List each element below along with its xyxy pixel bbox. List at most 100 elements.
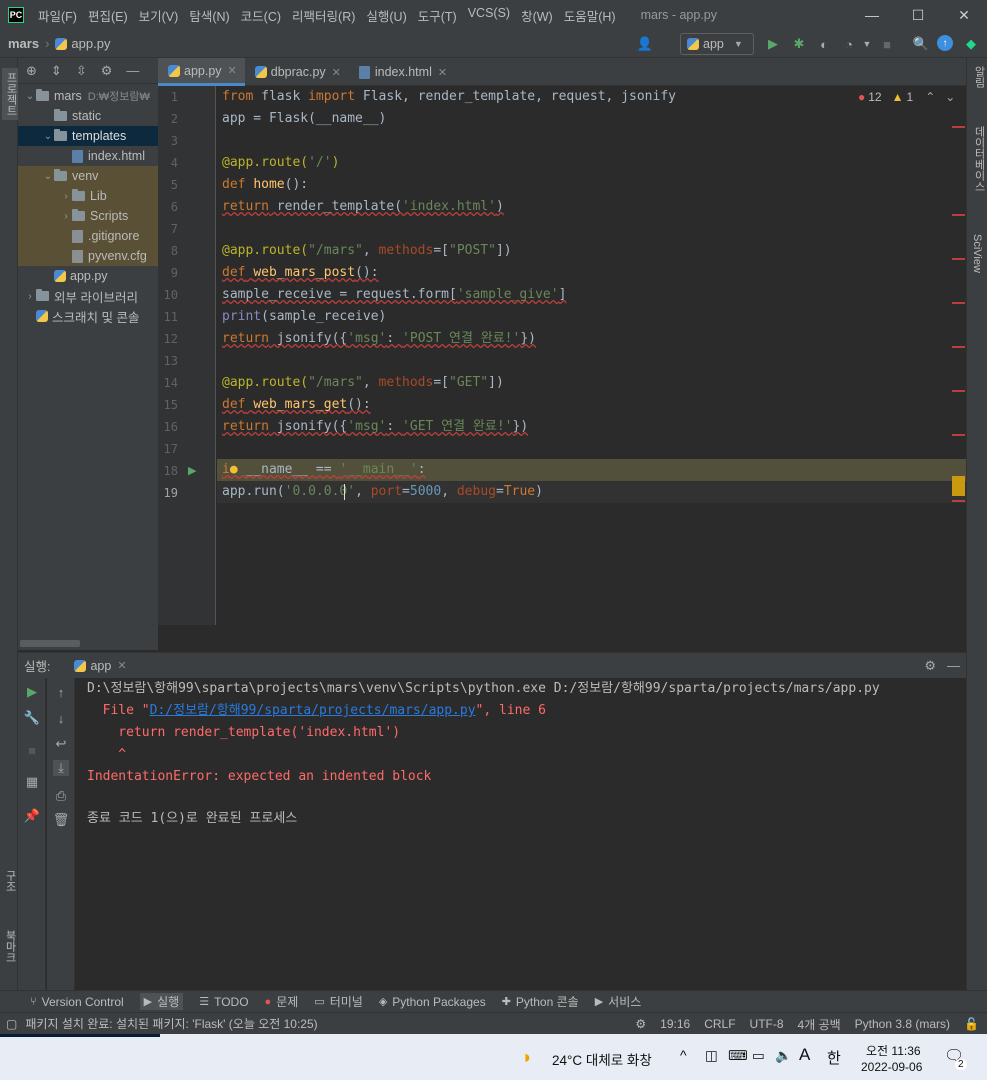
code-editor[interactable]: from flask import Flask, render_template… bbox=[217, 86, 966, 625]
menu-item-6[interactable]: 실행(U) bbox=[366, 6, 406, 25]
close-tab-icon[interactable]: ✕ bbox=[117, 659, 126, 672]
weather-text[interactable]: 24°C 대체로 화창 bbox=[552, 1049, 652, 1069]
tree-item[interactable]: › 외부 라이브러리 bbox=[18, 286, 158, 306]
menu-item-5[interactable]: 리팩터링(R) bbox=[292, 6, 355, 25]
next-highlight-icon[interactable]: ⌄ bbox=[945, 90, 955, 104]
run-config-select[interactable]: app ▼ bbox=[680, 33, 754, 55]
error-stripe-mark[interactable] bbox=[952, 126, 965, 128]
menu-item-8[interactable]: VCS(S) bbox=[468, 6, 510, 25]
tab-terminal[interactable]: ▭ 터미널 bbox=[314, 993, 363, 1010]
hide-icon[interactable]: — bbox=[126, 63, 139, 78]
chevron-up-icon[interactable]: ^ bbox=[680, 1047, 687, 1063]
file-encoding[interactable]: UTF-8 bbox=[750, 1017, 784, 1031]
tab-services[interactable]: ▶ 서비스 bbox=[595, 993, 642, 1010]
collapse-all-icon[interactable]: ⇳ bbox=[76, 63, 87, 79]
menu-item-2[interactable]: 보기(V) bbox=[139, 6, 179, 25]
chevron-icon[interactable]: ⌄ bbox=[42, 131, 54, 142]
python-interpreter[interactable]: Python 3.8 (mars) bbox=[855, 1017, 950, 1031]
network-icon[interactable]: ▭ bbox=[752, 1048, 765, 1064]
search-icon[interactable]: 🔍 bbox=[912, 35, 930, 53]
debug-icon[interactable]: ✱ bbox=[790, 35, 808, 53]
tab-todo[interactable]: ☰ TODO bbox=[199, 995, 248, 1009]
chevron-icon[interactable]: ⌄ bbox=[42, 171, 54, 182]
trash-icon[interactable]: 🗑 bbox=[53, 812, 70, 828]
indent-setting[interactable]: 4개 공백 bbox=[798, 1016, 841, 1033]
wrench-icon[interactable]: 🔧 bbox=[24, 710, 40, 726]
tree-item[interactable]: index.html bbox=[18, 146, 158, 166]
error-stripe-mark[interactable] bbox=[952, 390, 965, 392]
soft-wrap-icon[interactable]: ↩ bbox=[53, 736, 69, 752]
menu-item-3[interactable]: 탐색(N) bbox=[189, 6, 229, 25]
rerun-icon[interactable]: ▶ bbox=[24, 684, 40, 700]
locate-icon[interactable]: ⊕ bbox=[26, 63, 37, 79]
weather-icon[interactable]: ◑ bbox=[520, 1047, 531, 1068]
pin-icon[interactable]: 📌 bbox=[24, 808, 40, 824]
database-tool-button[interactable]: 데이터베이스 bbox=[971, 126, 987, 192]
close-button[interactable]: ✕ bbox=[941, 0, 987, 30]
caret-stripe-mark[interactable] bbox=[952, 476, 965, 496]
tree-item[interactable]: static bbox=[18, 106, 158, 126]
arrow-up-icon[interactable]: ↑ bbox=[53, 684, 69, 700]
error-stripe-mark[interactable] bbox=[952, 434, 965, 436]
hide-icon[interactable]: — bbox=[947, 658, 960, 673]
run-gutter-icon[interactable]: ▶ bbox=[188, 464, 196, 477]
meet-icon[interactable]: ◫ bbox=[705, 1048, 718, 1064]
tab-index-html[interactable]: index.html ✕ bbox=[349, 58, 455, 86]
status-message[interactable]: 패키지 설치 완료: 설치된 패키지: 'Flask' (오늘 오전 10:25… bbox=[25, 1015, 317, 1032]
menu-item-1[interactable]: 편집(E) bbox=[88, 6, 128, 25]
error-stripe-mark[interactable] bbox=[952, 346, 965, 348]
close-tab-icon[interactable]: ✕ bbox=[228, 64, 237, 77]
error-stripe-mark[interactable] bbox=[952, 214, 965, 216]
expand-all-icon[interactable]: ⇕ bbox=[51, 63, 62, 79]
prev-highlight-icon[interactable]: ⌃ bbox=[925, 90, 935, 104]
coverage-icon[interactable]: ◐ bbox=[815, 35, 833, 53]
tab-dbprac-py[interactable]: dbprac.py ✕ bbox=[245, 58, 349, 86]
tree-item[interactable]: 스크래치 및 콘솔 bbox=[18, 306, 158, 326]
tab-version-control[interactable]: ⑂ Version Control bbox=[30, 995, 124, 1009]
tree-item[interactable]: app.py bbox=[18, 266, 158, 286]
chevron-icon[interactable]: › bbox=[60, 191, 72, 202]
menu-item-9[interactable]: 창(W) bbox=[521, 6, 553, 25]
status-toggle-icon[interactable]: ▢ bbox=[6, 1017, 17, 1031]
tab-app-py[interactable]: app.py ✕ bbox=[158, 58, 245, 86]
jetbrains-icon[interactable]: ◆ bbox=[962, 35, 980, 53]
notifications-tool-button[interactable]: 알림 bbox=[971, 66, 987, 88]
run-console[interactable]: D:\정보람\항해99\sparta\projects\mars\venv\Sc… bbox=[76, 678, 966, 990]
more-run-icon[interactable]: ▼ bbox=[858, 35, 876, 53]
close-tab-icon[interactable]: ✕ bbox=[438, 66, 447, 79]
tree-item[interactable]: › Scripts bbox=[18, 206, 158, 226]
layout-icon[interactable]: ▦ bbox=[24, 774, 40, 790]
bookmarks-tool-button[interactable]: 북마크 bbox=[2, 930, 18, 963]
stop-icon[interactable]: ■ bbox=[24, 742, 40, 758]
tree-item[interactable]: pyvenv.cfg bbox=[18, 246, 158, 266]
lock-icon[interactable]: 🔓 bbox=[964, 1017, 979, 1031]
traceback-file-link[interactable]: D:/정보람/항해99/sparta/projects/mars/app.py bbox=[150, 703, 476, 718]
error-stripe-mark[interactable] bbox=[952, 500, 965, 502]
tab-problems[interactable]: ● 문제 bbox=[265, 993, 299, 1010]
tab-python-console[interactable]: ✚ Python 콘솔 bbox=[502, 993, 579, 1010]
error-stripe-mark[interactable] bbox=[952, 302, 965, 304]
close-tab-icon[interactable]: ✕ bbox=[332, 66, 341, 79]
sciview-tool-button[interactable]: SciView bbox=[971, 234, 983, 273]
chevron-icon[interactable]: › bbox=[60, 211, 72, 222]
gear-icon[interactable]: ⚙ bbox=[924, 658, 936, 674]
tree-item[interactable]: ⌄ venv bbox=[18, 166, 158, 186]
scroll-to-end-icon[interactable]: ⤓ bbox=[53, 760, 69, 776]
tree-item[interactable]: › Lib bbox=[18, 186, 158, 206]
arrow-down-icon[interactable]: ↓ bbox=[53, 710, 69, 726]
git-status-icon[interactable]: ⚙ bbox=[635, 1017, 646, 1031]
tree-item[interactable]: ⌄ templates bbox=[18, 126, 158, 146]
tab-run[interactable]: ▶ 실행 bbox=[139, 993, 184, 1010]
menu-item-4[interactable]: 코드(C) bbox=[241, 6, 281, 25]
profile-icon[interactable]: ◔ bbox=[840, 35, 858, 53]
menu-item-7[interactable]: 도구(T) bbox=[418, 6, 457, 25]
menu-item-0[interactable]: 파일(F) bbox=[38, 6, 77, 25]
minimize-button[interactable]: — bbox=[849, 0, 895, 30]
clock-time[interactable]: 오전 11:36 bbox=[866, 1042, 921, 1059]
maximize-button[interactable]: ☐ bbox=[895, 0, 941, 30]
run-tab-app[interactable]: app bbox=[90, 659, 111, 673]
ime-mode-indicator[interactable]: A bbox=[799, 1045, 810, 1065]
error-stripe-mark[interactable] bbox=[952, 258, 965, 260]
line-separator[interactable]: CRLF bbox=[704, 1017, 735, 1031]
menu-item-10[interactable]: 도움말(H) bbox=[564, 6, 616, 25]
